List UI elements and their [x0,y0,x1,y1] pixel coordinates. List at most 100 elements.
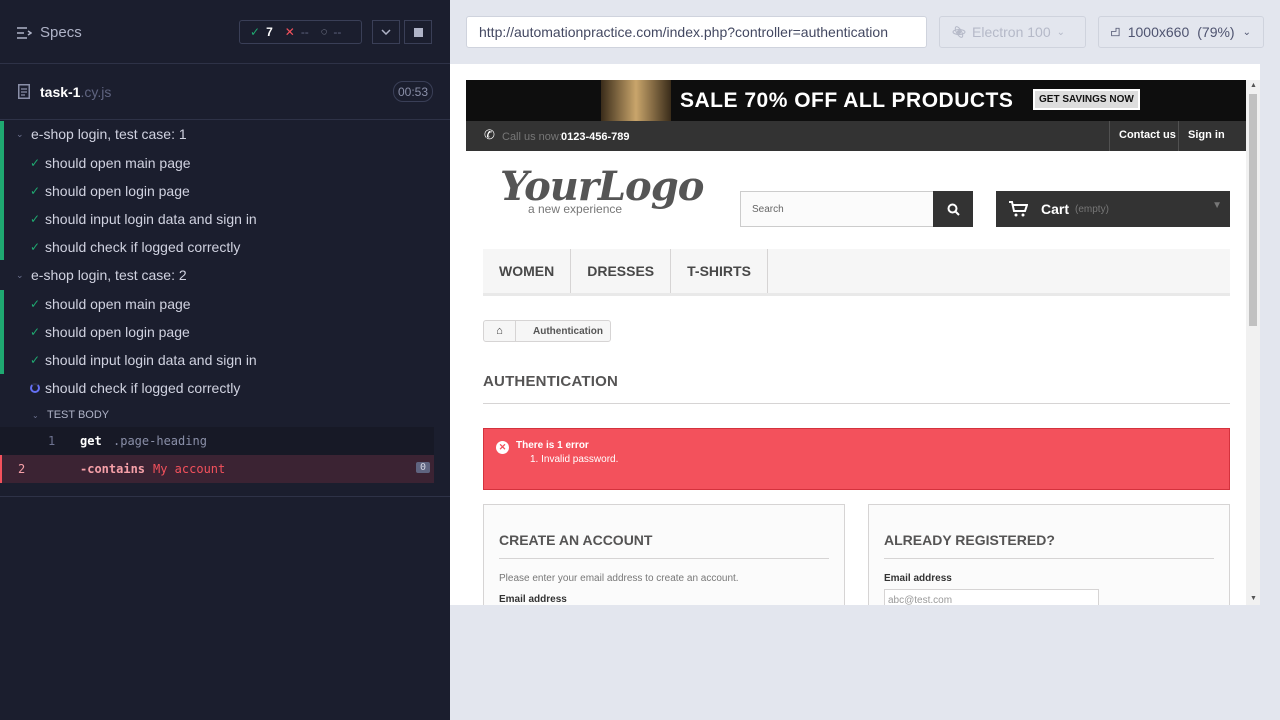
command-arg: .page-heading [113,434,207,448]
chevron-down-icon [381,29,391,35]
spinner-icon [30,383,40,393]
duration-badge: 00:53 [393,81,433,102]
ruler-icon [1111,27,1120,37]
check-icon: ✓ [30,325,41,339]
caret-down-icon: ▼ [1212,200,1222,211]
error-alert: ✕ There is 1 error 1. Invalid password. [483,428,1230,490]
chevron-down-icon: ⌄ [1056,26,1065,38]
test-title: should input login data and sign in [45,211,257,227]
banner-image [601,80,671,121]
sale-banner[interactable]: SALE 70% OFF ALL PRODUCTS GET SAVINGS NO… [466,80,1246,121]
divider [0,496,450,497]
close-circle-icon: ✕ [496,441,509,454]
stats-bar: ✓ 7 ✕ -- ◌ -- [239,20,362,44]
logo-tagline: a new experience [528,202,623,216]
breadcrumb: ⌂ Authentication [483,320,611,342]
test-row[interactable]: ✓ should input login data and sign in [0,346,450,374]
search-button[interactable] [933,191,973,227]
menu-item-dresses[interactable]: DRESSES [571,249,672,293]
cart-state: (empty) [1075,203,1109,215]
login-email-field[interactable]: abc@test.com [884,589,1099,605]
aut-frame: SALE 70% OFF ALL PRODUCTS GET SAVINGS NO… [450,64,1260,605]
test-row[interactable]: ✓ should check if logged correctly [0,233,450,261]
aut-panel: http://automationpractice.com/index.php?… [450,0,1280,720]
aut-page: SALE 70% OFF ALL PRODUCTS GET SAVINGS NO… [466,80,1246,605]
zoom-level: (79%) [1197,24,1235,40]
check-icon: ✓ [30,353,41,367]
url-bar[interactable]: http://automationpractice.com/index.php?… [466,16,927,48]
command-arg: My account [153,462,226,476]
check-icon: ✓ [30,240,41,254]
page-heading: AUTHENTICATION [483,373,1230,404]
home-icon[interactable]: ⌂ [484,321,516,341]
search-placeholder: Search [752,204,784,215]
check-icon: ✓ [30,212,41,226]
pending-count: -- [333,25,342,39]
browser-selector[interactable]: Electron 100 ⌄ [939,16,1086,48]
chevron-down-icon: ⌄ [16,269,24,280]
chevron-down-icon: ⌄ [1242,26,1251,38]
create-email-label: Email address [499,594,567,605]
scroll-down-icon[interactable]: ▼ [1250,595,1257,602]
create-account-title: CREATE AN ACCOUNT [499,532,829,559]
specs-toggle[interactable]: Specs [16,24,82,41]
test-title: should open main page [45,296,191,312]
suite-1-title-row[interactable]: ⌄ e-shop login, test case: 1 [0,120,450,148]
error-item: 1. Invalid password. [530,454,619,465]
chevron-down-icon: ⌄ [16,128,24,139]
reporter-panel: Specs ✓ 7 ✕ -- ◌ -- task-1.cy.js 00:53 ⌄… [0,0,450,720]
viewport-info[interactable]: 1000x660 (79%) ⌄ [1098,16,1264,48]
top-nav: ✆ Call us now: 0123-456-789 Contact us S… [466,121,1246,151]
check-icon: ✓ [30,297,41,311]
spec-file-basename: task-1 [40,84,81,100]
spec-file-bar: task-1.cy.js [0,64,450,120]
banner-text: SALE 70% OFF ALL PRODUCTS [680,89,1014,112]
test-body-header[interactable]: ⌄ TEST BODY [0,401,450,429]
test-row[interactable]: ✓ should input login data and sign in [0,205,450,233]
test-title: should check if logged correctly [45,239,241,255]
test-row[interactable]: ✓ should open login page [0,177,450,205]
test-row[interactable]: ✓ should open main page [0,290,450,318]
contact-link[interactable]: Contact us [1109,121,1185,151]
suite-title: e-shop login, test case: 1 [31,126,187,142]
chevron-down-button[interactable] [372,20,400,44]
menu-item-women[interactable]: WOMEN [483,249,572,293]
chevron-down-icon: ⌄ [32,410,39,420]
reporter-header: Specs ✓ 7 ✕ -- ◌ -- [0,0,450,64]
stop-icon [413,27,423,37]
list-icon [17,26,32,39]
failed-count: -- [300,25,309,39]
command-number: 2 [18,462,26,476]
scroll-up-icon[interactable]: ▲ [1250,82,1257,89]
test-title: should check if logged correctly [45,380,241,396]
banner-button[interactable]: GET SAVINGS NOW [1033,89,1140,110]
site-logo[interactable]: YourLogo a new experience [500,165,704,217]
match-count-badge: 0 [415,462,430,473]
sign-in-link[interactable]: Sign in [1178,121,1234,151]
electron-icon [952,26,966,38]
suite-title: e-shop login, test case: 2 [31,267,187,283]
command-name: -contains [80,462,146,476]
menu-item-tshirts[interactable]: T-SHIRTS [671,249,768,293]
aut-scrollbar[interactable]: ▲ ▼ [1246,80,1260,605]
search-input[interactable]: Search [740,191,973,227]
command-row[interactable]: 1 get .page-heading [0,427,434,455]
test-row[interactable]: ✓ should open main page [0,149,450,177]
suite-2-title-row[interactable]: ⌄ e-shop login, test case: 2 [0,261,450,289]
test-row[interactable]: ✓ should open login page [0,318,450,346]
test-title: should open login page [45,324,190,340]
command-row-active[interactable]: 2 -contains My account 0 [0,455,434,483]
cart-icon [1009,201,1028,217]
login-box: ALREADY REGISTERED? Email address abc@te… [868,504,1230,605]
main-menu: WOMEN DRESSES T-SHIRTS [483,249,1230,296]
test-title: should input login data and sign in [45,352,257,368]
check-icon: ✓ [30,184,41,198]
stop-button[interactable] [404,20,432,44]
create-account-box: CREATE AN ACCOUNT Please enter your emai… [483,504,845,605]
pending-icon: ◌ [320,26,328,38]
passed-count: 7 [266,25,273,39]
scrollbar-thumb[interactable] [1249,94,1257,326]
cart-button[interactable]: Cart (empty) ▼ [996,191,1230,227]
check-icon: ✓ [30,156,41,170]
test-row-running[interactable]: should check if logged correctly [0,374,450,402]
